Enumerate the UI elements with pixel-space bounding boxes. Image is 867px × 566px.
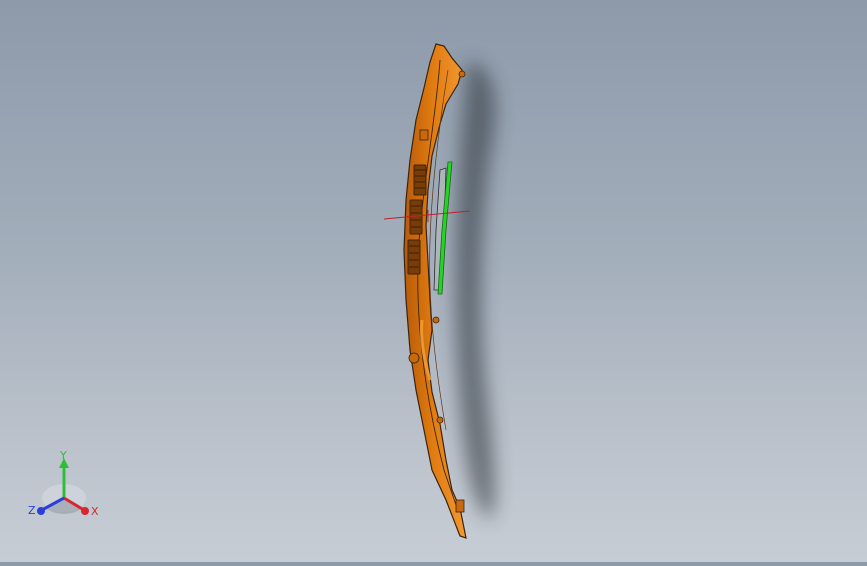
x-axis-knob-icon <box>81 507 89 515</box>
model-shadow <box>455 60 496 520</box>
graphics-viewport[interactable]: Y X Z <box>0 0 867 562</box>
view-orientation-triad[interactable]: Y X Z <box>24 448 104 528</box>
model-canvas[interactable] <box>0 0 867 562</box>
y-axis-label: Y <box>60 449 67 462</box>
x-axis-label: X <box>91 505 99 518</box>
z-axis-label: Z <box>28 504 36 517</box>
z-axis-knob-icon <box>37 507 45 515</box>
